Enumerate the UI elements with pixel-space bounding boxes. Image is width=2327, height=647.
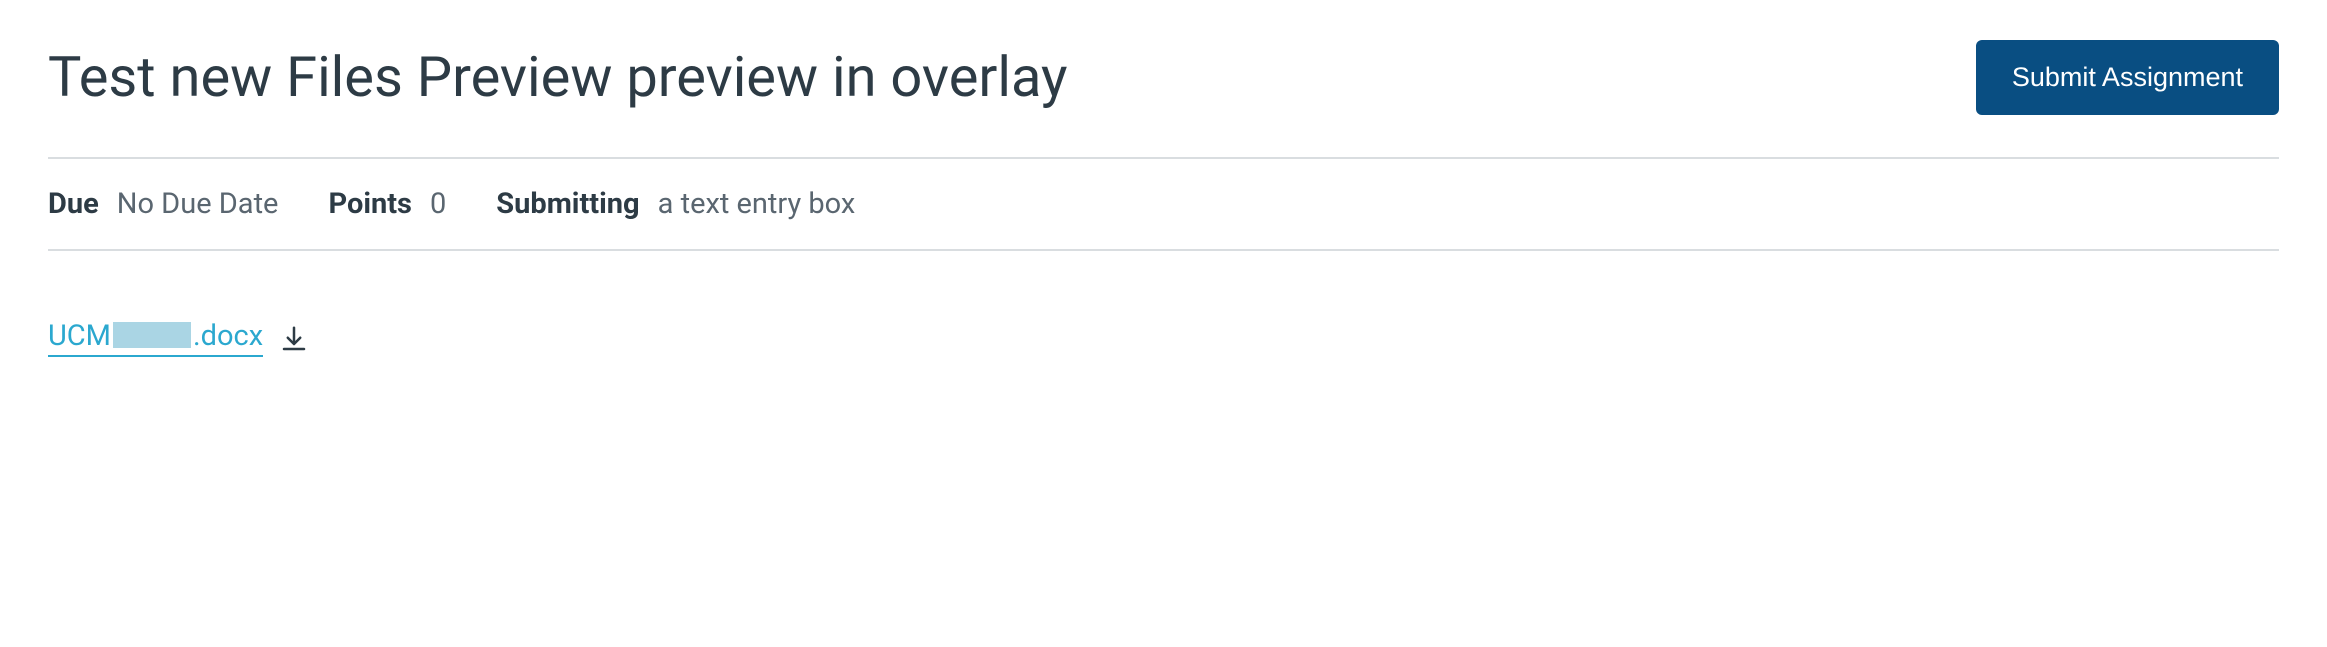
file-name-prefix: UCM [48, 319, 111, 353]
assignment-page: Test new Files Preview preview in overla… [0, 0, 2327, 417]
points-value: 0 [430, 187, 446, 221]
meta-points: Points 0 [328, 187, 446, 221]
file-attachment-row: UCM .docx [48, 321, 2279, 357]
due-label: Due [48, 187, 99, 221]
download-icon[interactable] [279, 324, 309, 354]
assignment-meta-bar: Due No Due Date Points 0 Submitting a te… [48, 157, 2279, 251]
file-link[interactable]: UCM .docx [48, 321, 263, 357]
file-name-redacted [113, 322, 191, 348]
submit-assignment-button[interactable]: Submit Assignment [1976, 40, 2279, 115]
meta-due: Due No Due Date [48, 187, 278, 221]
header-row: Test new Files Preview preview in overla… [48, 40, 2279, 115]
submitting-value: a text entry box [658, 187, 856, 221]
file-name-suffix: .docx [193, 319, 263, 353]
points-label: Points [328, 187, 412, 221]
due-value: No Due Date [117, 187, 279, 221]
page-title: Test new Files Preview preview in overla… [48, 44, 1068, 111]
assignment-content: UCM .docx [48, 251, 2279, 357]
meta-submitting: Submitting a text entry box [496, 187, 855, 221]
submitting-label: Submitting [496, 187, 639, 221]
